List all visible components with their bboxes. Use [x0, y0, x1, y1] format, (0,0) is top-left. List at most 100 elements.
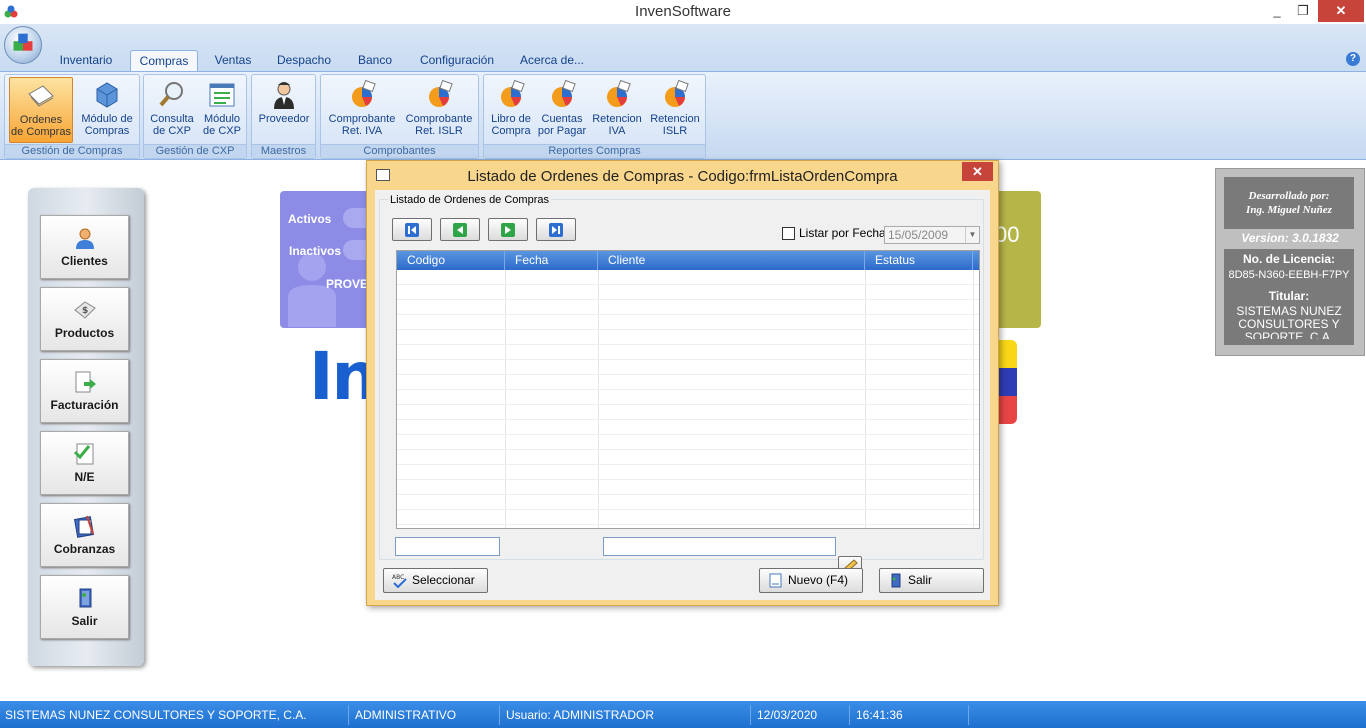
table-row: [397, 375, 979, 390]
close-window-button[interactable]: ✕: [1318, 0, 1364, 22]
table-row: [397, 465, 979, 480]
inactivos-label: Inactivos: [289, 244, 342, 258]
next-record-button[interactable]: [488, 218, 528, 241]
libro-de-compra-button[interactable]: Libro de Compra: [486, 77, 536, 143]
module-icon: [96, 82, 118, 108]
status-date: 12/03/2020: [752, 705, 850, 725]
previous-icon: [453, 223, 467, 237]
dialog-body: Listado de Ordenes de Compras Listar por…: [375, 190, 990, 600]
app-menu-orb[interactable]: [4, 26, 42, 64]
window-title: InvenSoftware: [635, 3, 731, 20]
orders-grid[interactable]: Codigo Fecha Cliente Estatus: [396, 250, 980, 529]
ribbon: Ordenes de Compras Módulo de Compras Ges…: [0, 71, 1366, 160]
cuentas-por-pagar-button[interactable]: Cuentas por Pagar: [536, 77, 588, 143]
status-module: ADMINISTRATIVO: [350, 705, 500, 725]
date-picker[interactable]: 15/05/2009 ▼: [884, 226, 980, 244]
facturacion-button[interactable]: Facturación: [40, 359, 129, 423]
next-icon: [501, 223, 515, 237]
table-row: [397, 300, 979, 315]
clientes-button[interactable]: Clientes: [40, 215, 129, 279]
cobranzas-button[interactable]: Cobranzas: [40, 503, 129, 567]
retencion-islr-button[interactable]: Retencion ISLR: [646, 77, 704, 143]
tab-ventas[interactable]: Ventas: [206, 50, 260, 72]
dialog-title-bar[interactable]: Listado de Ordenes de Compras - Codigo:f…: [367, 161, 998, 189]
column-header-codigo[interactable]: Codigo: [397, 251, 505, 270]
ordenes-de-compras-button[interactable]: Ordenes de Compras: [9, 77, 73, 143]
group-label: Gestión de Compras: [5, 144, 139, 158]
check-doc-icon: [73, 443, 93, 465]
group-legend: Listado de Ordenes de Compras: [388, 194, 551, 206]
tab-configuracion[interactable]: Configuración: [412, 50, 502, 72]
status-bar: SISTEMAS NUNEZ CONSULTORES Y SOPORTE, C.…: [0, 701, 1366, 728]
ribbon-label: ISLR: [662, 125, 688, 137]
comprobante-ret-iva-button[interactable]: Comprobante Ret. IVA: [324, 77, 400, 143]
tab-acerca-de[interactable]: Acerca de...: [514, 50, 590, 72]
holder-name-line: SOPORTE, C.A.: [1244, 330, 1334, 340]
app-orb-icon: [13, 33, 33, 51]
column-header-fecha[interactable]: Fecha: [505, 251, 598, 270]
previous-record-button[interactable]: [440, 218, 480, 241]
help-icon[interactable]: ?: [1346, 52, 1360, 66]
first-record-button[interactable]: [392, 218, 432, 241]
retencion-iva-button[interactable]: Retencion IVA: [589, 77, 645, 143]
comprobante-ret-islr-button[interactable]: Comprobante Ret. ISLR: [401, 77, 477, 143]
ribbon-label: IVA: [608, 125, 626, 137]
tab-banco[interactable]: Banco: [350, 50, 400, 72]
button-label: Nuevo (F4): [788, 573, 849, 587]
dialog-close-button[interactable]: ✕: [962, 162, 993, 181]
tab-compras[interactable]: Compras: [130, 50, 198, 72]
spellcheck-icon: ABC: [392, 574, 407, 588]
developer-label: Desarrollado por:: [1248, 190, 1330, 202]
side-nav-label: Salir: [71, 614, 98, 628]
productos-button[interactable]: $ Productos: [40, 287, 129, 351]
group-label: Gestión de CXP: [144, 144, 246, 158]
ribbon-label: Comprobante: [405, 113, 473, 125]
side-nav-label: Productos: [54, 326, 115, 340]
maximize-button[interactable]: ❐: [1288, 0, 1318, 22]
table-row: [397, 435, 979, 450]
ribbon-label: Módulo: [203, 113, 241, 125]
version-label: Version: 3.0.1832: [1241, 231, 1339, 245]
chevron-down-icon[interactable]: ▼: [965, 227, 979, 243]
proveedor-button[interactable]: Proveedor: [254, 77, 314, 143]
ribbon-label: Compra: [491, 125, 531, 137]
tab-despacho[interactable]: Despacho: [272, 50, 336, 72]
report-icon: [607, 79, 631, 107]
ne-button[interactable]: N/E: [40, 431, 129, 495]
list-icon: [209, 83, 235, 107]
table-row: [397, 270, 979, 285]
salir-dialog-button[interactable]: Salir: [879, 568, 984, 593]
seleccionar-button[interactable]: ABC Seleccionar: [383, 568, 488, 593]
ordenes-compras-dialog: Listado de Ordenes de Compras - Codigo:f…: [366, 160, 999, 606]
column-header-cliente[interactable]: Cliente: [598, 251, 865, 270]
table-row: [397, 450, 979, 465]
nuevo-button[interactable]: Nuevo (F4): [759, 568, 863, 593]
last-record-button[interactable]: [536, 218, 576, 241]
client-filter-input[interactable]: [603, 537, 836, 556]
svg-text:ABC: ABC: [392, 574, 404, 581]
button-label: Salir: [908, 573, 933, 587]
ribbon-label: Proveedor: [258, 113, 310, 125]
title-bar: InvenSoftware _ ❐ ✕: [0, 0, 1366, 24]
grid-header: Codigo Fecha Cliente Estatus: [397, 251, 979, 270]
report-icon: [665, 79, 689, 107]
list-by-date-checkbox[interactable]: [782, 227, 795, 240]
invoice-icon: [75, 371, 96, 393]
ribbon-group-gestion-compras: Ordenes de Compras Módulo de Compras Ges…: [4, 74, 140, 159]
table-row: [397, 345, 979, 360]
modulo-de-compras-button[interactable]: Módulo de Compras: [75, 77, 139, 143]
date-value: 15/05/2009: [888, 228, 949, 242]
table-row: [397, 480, 979, 495]
side-nav-panel: Clientes $ Productos Facturación N/E Cob…: [28, 188, 144, 666]
table-row: [397, 330, 979, 345]
tab-inventario[interactable]: Inventario: [52, 50, 120, 72]
consulta-de-cxp-button[interactable]: Consulta de CXP: [147, 77, 197, 143]
modulo-de-cxp-button[interactable]: Módulo de CXP: [198, 77, 246, 143]
side-nav-label: Clientes: [61, 254, 108, 268]
code-filter-input[interactable]: [395, 537, 500, 556]
column-header-estatus[interactable]: Estatus: [865, 251, 973, 270]
tag-icon: $: [73, 301, 96, 319]
ribbon-label: Retencion: [650, 113, 700, 125]
salir-button[interactable]: Salir: [40, 575, 129, 639]
ribbon-label: Ordenes: [19, 114, 63, 126]
